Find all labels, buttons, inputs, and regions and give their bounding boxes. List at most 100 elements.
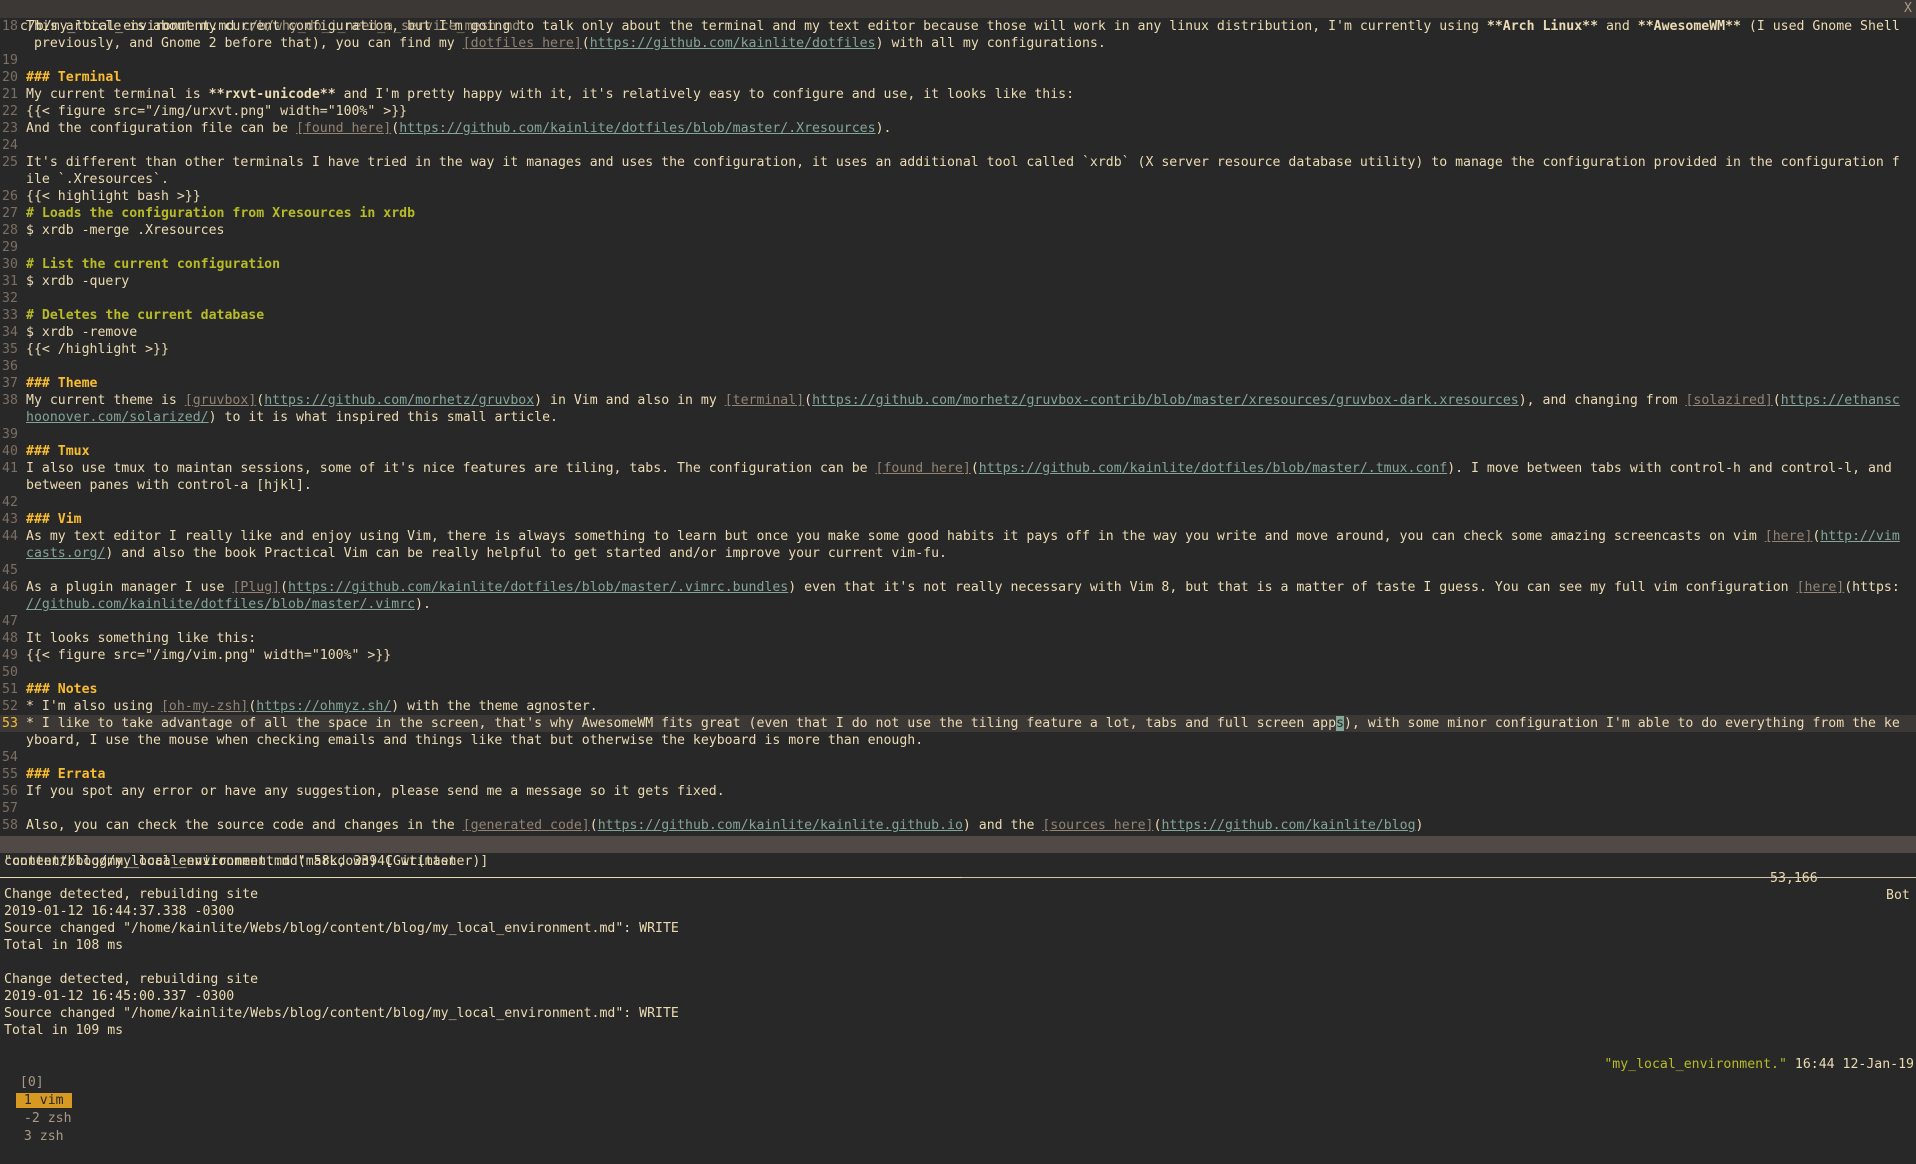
link-url[interactable]: https://github.com/kainlite/dotfiles [590,36,876,51]
line-number: 54 [2,750,18,765]
editor-line[interactable]: casts.org/) and also the book Practical … [0,545,1916,562]
editor-line[interactable]: 46 As a plugin manager I use [Plug](https… [0,579,1916,596]
line-number: 45 [2,563,18,578]
terminal-pane-output[interactable]: Change detected, rebuilding site 2019-01-… [4,886,1904,1039]
editor-line[interactable]: //github.com/kainlite/dotfiles/blob/mast… [0,596,1916,613]
editor-line[interactable]: 52 * I'm also using [oh-my-zsh](https://o… [0,698,1916,715]
line-number: 46 [2,580,18,595]
editor-line[interactable]: 57 [0,800,1916,817]
editor-line[interactable]: 50 [0,664,1916,681]
line-text: hoonover.com/solarized/) to it is what i… [26,409,1916,426]
vim-message-line: "content/blog/my_local_environment.md" 5… [4,854,457,869]
log-line: Total in 108 ms [4,938,124,953]
close-icon[interactable]: X [1904,0,1912,18]
editor-line[interactable]: 40 ### Tmux [0,443,1916,460]
editor-line[interactable]: yboard, I use the mouse when checking em… [0,732,1916,749]
line-number: 31 [2,274,18,289]
editor-line[interactable]: 31 $ xrdb -query [0,273,1916,290]
log-line: Change detected, rebuilding site [4,887,259,902]
line-number: 32 [2,291,18,306]
link-url[interactable]: casts.org/ [26,546,105,561]
tmux-window-zsh-3[interactable]: 3 zsh [16,1129,72,1144]
editor-line[interactable]: 58 Also, you can check the source code an… [0,817,1916,834]
editor-line[interactable]: between panes with control-a [hjkl]. [0,477,1916,494]
editor-line[interactable]: 28 $ xrdb -merge .Xresources [0,222,1916,239]
link-text: [oh-my-zsh] [160,699,249,714]
editor-line[interactable]: 54 [0,749,1916,766]
editor-line[interactable]: 25 It's different than other terminals I … [0,154,1916,171]
text-span: ( [581,36,590,51]
link-url[interactable]: //github.com/kainlite/dotfiles/blob/mast… [26,597,415,612]
editor-line[interactable]: 51 ### Notes [0,681,1916,698]
text-span: ( [804,393,813,408]
editor-line[interactable]: 29 [0,239,1916,256]
editor-line[interactable]: 38 My current theme is [gruvbox](https://… [0,392,1916,409]
text-cursor: s [1336,716,1344,731]
pane-divider[interactable] [0,877,1916,878]
editor-line[interactable]: 23 And the configuration file can be [fou… [0,120,1916,137]
editor-line[interactable]: 43 ### Vim [0,511,1916,528]
editor-line[interactable]: 33 # Deletes the current database [0,307,1916,324]
link-url[interactable]: https://ethansc [1781,393,1900,408]
text-span: and I'm pretty happy with it, it's relat… [335,87,1075,102]
link-url[interactable]: https://github.com/kainlite/dotfiles/blo… [979,461,1447,476]
editor-line[interactable]: 35 {{< /highlight >}} [0,341,1916,358]
link-url[interactable]: hoonover.com/solarized/ [26,410,209,425]
link-url[interactable]: https://github.com/kainlite/blog [1161,818,1415,833]
link-url[interactable]: https://github.com/kainlite/dotfiles/blo… [288,580,788,595]
editor-line[interactable]: 30 # List the current configuration [0,256,1916,273]
line-number: 24 [2,138,18,153]
link-url[interactable]: http://vim [1820,529,1899,544]
link-url[interactable]: https://github.com/morhetz/gruvbox-contr… [812,393,1519,408]
link-url[interactable]: https://ohmyz.sh/ [256,699,391,714]
text-span: It's different than other terminals I ha… [26,155,1900,170]
line-number: 19 [2,53,18,68]
editor-line[interactable]: 44 As my text editor I really like and en… [0,528,1916,545]
text-span: ), and changing from [1518,393,1686,408]
editor-line[interactable]: 37 ### Theme [0,375,1916,392]
editor-line[interactable]: 32 [0,290,1916,307]
link-url[interactable]: https://github.com/kainlite/kainlite.git… [598,818,963,833]
text-span: ) with the theme agnoster. [391,699,598,714]
editor-line[interactable]: 24 [0,137,1916,154]
tmux-window-vim[interactable]: 1 vim [15,1093,72,1108]
editor-line[interactable]: 49 {{< figure src="/img/vim.png" width="1… [0,647,1916,664]
editor-line[interactable]: hoonover.com/solarized/) to it is what i… [0,409,1916,426]
editor-line[interactable]: 47 [0,613,1916,630]
text-span: $ xrdb -remove [26,325,138,340]
editor-line[interactable]: 19 [0,52,1916,69]
editor-line[interactable]: previously, and Gnome 2 before that), yo… [0,35,1916,52]
tmux-window-zsh-2[interactable]: -2 zsh [16,1111,80,1126]
editor-line[interactable]: ile `.Xresources`. [0,171,1916,188]
editor-line[interactable]: 20 ### Terminal [0,69,1916,86]
editor-line[interactable]: 26 {{< highlight bash >}} [0,188,1916,205]
line-text [26,562,1916,579]
editor-line[interactable]: 41 I also use tmux to maintan sessions, s… [0,460,1916,477]
line-text: As my text editor I really like and enjo… [26,528,1916,545]
editor-line[interactable]: 48 It looks something like this: [0,630,1916,647]
editor-line[interactable]: 42 [0,494,1916,511]
editor-line[interactable]: 55 ### Errata [0,766,1916,783]
log-line: Change detected, rebuilding site [4,972,259,987]
line-number: 41 [2,461,18,476]
editor-line[interactable]: 39 [0,426,1916,443]
line-text: ile `.Xresources`. [26,171,1916,188]
editor-line[interactable]: 27 # Loads the configuration from Xresour… [0,205,1916,222]
link-text: [dotfiles here] [462,36,582,51]
editor-line[interactable]: 45 [0,562,1916,579]
tmux-clock: 16:44 12-Jan-19 [1794,1057,1914,1072]
editor-line[interactable]: 36 [0,358,1916,375]
link-url[interactable]: https://github.com/kainlite/dotfiles/blo… [399,121,875,136]
line-number: 57 [2,801,18,816]
editor-line[interactable]: 34 $ xrdb -remove [0,324,1916,341]
line-text: $ xrdb -query [26,273,1916,290]
log-line: 2019-01-12 16:45:00.337 -0300 [4,989,235,1004]
link-url[interactable]: https://github.com/morhetz/gruvbox [264,393,534,408]
editor-buffer[interactable]: 18 This article is about my current confi… [0,18,1916,834]
link-text: [found here] [295,121,392,136]
editor-line[interactable]: 56 If you spot any error or have any sugg… [0,783,1916,800]
editor-line[interactable]: 18 This article is about my current confi… [0,18,1916,35]
editor-line[interactable]: 53 * I like to take advantage of all the … [0,715,1916,732]
editor-line[interactable]: 21 My current terminal is **rxvt-unicode*… [0,86,1916,103]
editor-line[interactable]: 22 {{< figure src="/img/urxvt.png" width=… [0,103,1916,120]
